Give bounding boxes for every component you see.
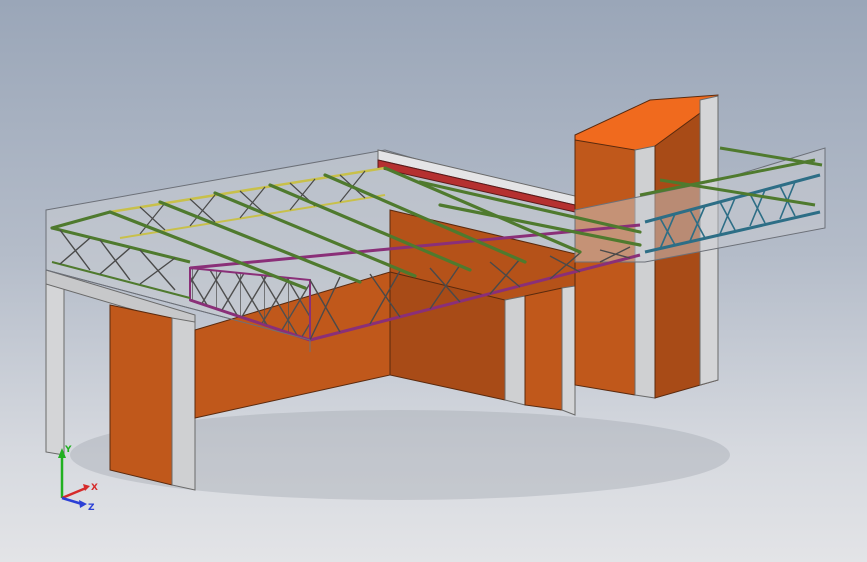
building-model[interactable] <box>0 0 867 562</box>
z-axis-arrowhead <box>79 500 87 508</box>
z-axis-label: Z <box>88 503 95 513</box>
y-axis-label: Y <box>64 445 72 455</box>
column-mid-right <box>561 285 576 416</box>
column-mid <box>504 295 526 406</box>
column-mid-left <box>171 317 196 491</box>
tower-front-face <box>574 139 636 396</box>
z-axis-arrow <box>61 496 83 506</box>
tower-corner-column <box>634 145 656 399</box>
column-left-front <box>45 281 65 456</box>
x-axis-label: X <box>91 483 98 493</box>
cad-viewport[interactable]: Y X Z <box>0 0 867 562</box>
x-axis-arrow <box>61 486 87 500</box>
axis-triad: Y X Z <box>58 445 98 513</box>
wall-orange-mid-right <box>524 287 563 411</box>
wall-orange-left <box>109 304 173 486</box>
